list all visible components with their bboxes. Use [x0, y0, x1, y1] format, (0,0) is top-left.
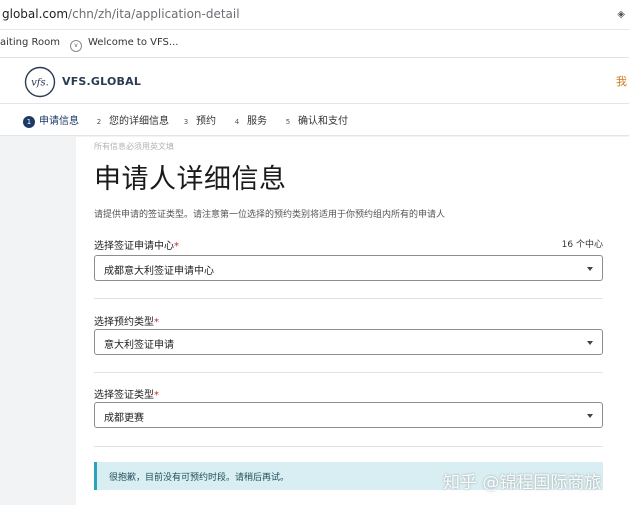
- step-confirm-pay[interactable]: 5 确认和支付: [282, 112, 348, 128]
- required-mark: *: [154, 317, 159, 328]
- required-mark: *: [154, 390, 159, 401]
- bookmark-label: Welcome to VFS...: [88, 37, 179, 48]
- vfs-logo-text[interactable]: VFS.GLOBAL: [62, 75, 141, 88]
- site-header: vfs. VFS.GLOBAL 我: [0, 58, 629, 104]
- step-number: 2: [96, 118, 102, 126]
- step-number: 1: [23, 116, 35, 128]
- page-title: 申请人详细信息: [94, 164, 287, 195]
- step-number: 4: [234, 118, 240, 126]
- chevron-down-icon: [587, 341, 593, 345]
- visa-type-label: 选择签证类型*: [94, 386, 159, 401]
- step-label: 您的详细信息: [109, 116, 169, 127]
- visa-center-select[interactable]: 成都意大利签证申请中心: [94, 255, 603, 281]
- browser-url-bar[interactable]: global.com/chn/zh/ita/application-detail…: [0, 0, 629, 30]
- divider: [94, 372, 603, 373]
- selected-value: 成都意大利签证申请中心: [104, 266, 214, 277]
- chevron-down-icon: [587, 414, 593, 418]
- alert-message: 很抱歉，目前没有可预约时段。请稍后再试。: [109, 473, 290, 483]
- center-count: 16 个中心: [561, 240, 603, 250]
- chevron-down-icon: [587, 267, 593, 271]
- step-label: 确认和支付: [298, 116, 348, 127]
- label-text: 选择签证申请中心: [94, 241, 174, 252]
- appointment-type-select[interactable]: 意大利签证申请: [94, 329, 603, 355]
- vfs-favicon-icon: v: [70, 40, 82, 52]
- language-selector[interactable]: 我: [616, 73, 627, 89]
- step-your-details[interactable]: 2 您的详细信息: [93, 112, 169, 128]
- label-text: 选择签证类型: [94, 390, 154, 401]
- step-number: 5: [285, 118, 291, 126]
- step-label: 预约: [196, 116, 216, 127]
- progress-steps: 1 申请信息 2 您的详细信息 3 预约 4 服务 5 确认和支付: [0, 104, 629, 136]
- visa-type-select[interactable]: 成都更赛: [94, 402, 603, 428]
- page-description: 请提供申请的签证类型。请注意第一位选择的预约类别将适用于你预约组内所有的申请人: [94, 210, 446, 220]
- bookmark-welcome-vfs[interactable]: v Welcome to VFS...: [70, 37, 178, 52]
- zhihu-watermark: 知乎 @锦程国际商旅: [443, 473, 602, 493]
- required-mark: *: [174, 241, 179, 252]
- vfs-logo-emblem-icon[interactable]: vfs.: [24, 66, 56, 98]
- label-text: 选择预约类型: [94, 317, 154, 328]
- appointment-type-label: 选择预约类型*: [94, 313, 159, 328]
- step-booking[interactable]: 3 预约: [180, 112, 216, 128]
- url-text[interactable]: global.com/chn/zh/ita/application-detail: [2, 7, 240, 21]
- bookmark-label: aiting Room: [0, 37, 60, 48]
- logo-emblem-text: vfs.: [31, 78, 49, 89]
- url-path: /chn/zh/ita/application-detail: [68, 7, 240, 21]
- share-icon[interactable]: ◈: [617, 9, 625, 20]
- bookmarks-bar: aiting Room v Welcome to VFS...: [0, 30, 629, 58]
- visa-center-label: 选择签证申请中心*: [94, 237, 179, 252]
- divider: [94, 298, 603, 299]
- step-label: 申请信息: [39, 116, 79, 127]
- step-application-info[interactable]: 1 申请信息: [23, 112, 79, 128]
- selected-value: 成都更赛: [104, 413, 144, 424]
- english-note: 所有信息必须用英文填: [94, 142, 174, 151]
- step-number: 3: [183, 118, 189, 126]
- bookmark-waiting-room[interactable]: aiting Room: [0, 37, 60, 48]
- applicant-details-card: 所有信息必须用英文填 申请人详细信息 请提供申请的签证类型。请注意第一位选择的预…: [76, 137, 629, 505]
- selected-value: 意大利签证申请: [104, 340, 174, 351]
- step-label: 服务: [247, 116, 267, 127]
- step-services[interactable]: 4 服务: [231, 112, 267, 128]
- url-host: global.com: [2, 7, 69, 21]
- divider: [94, 446, 603, 447]
